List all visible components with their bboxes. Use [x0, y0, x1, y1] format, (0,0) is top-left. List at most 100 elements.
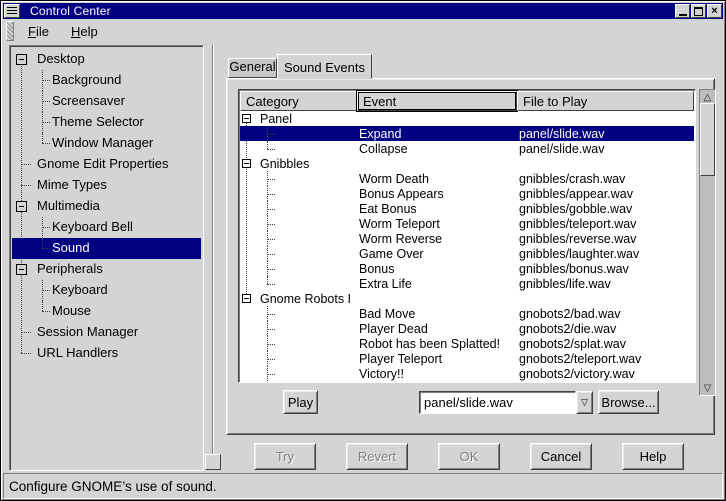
statusbar: Configure GNOME’s use of sound.	[3, 473, 723, 499]
sidebar-item-label: Session Manager	[37, 324, 138, 339]
file-cell: gnobots2/teleport.wav	[519, 352, 641, 366]
tree-expander-icon[interactable]	[16, 201, 27, 212]
ok-button[interactable]: OK	[438, 443, 500, 470]
event-cell: Worm Reverse	[359, 232, 442, 246]
tree-expander-icon[interactable]	[242, 114, 251, 123]
file-cell: panel/slide.wav	[519, 142, 604, 156]
sidebar-item-mime-types[interactable]: Mime Types	[12, 175, 201, 196]
column-header-category[interactable]: Category	[240, 91, 357, 111]
table-row-event[interactable]: Eat Bonusgnibbles/gobble.wav	[240, 201, 694, 216]
event-cell: Eat Bonus	[359, 202, 417, 216]
menu-help[interactable]: Help	[63, 21, 106, 42]
sidebar-item-label: Sound	[52, 240, 90, 255]
table-row-event[interactable]: Worm Teleportgnibbles/teleport.wav	[240, 216, 694, 231]
table-row-event[interactable]: Extra Lifegnibbles/life.wav	[240, 276, 694, 291]
table-row-event[interactable]: Expand panel/slide.wav	[240, 126, 694, 141]
event-cell: Bonus	[359, 262, 394, 276]
menubar-grip-handle[interactable]	[6, 21, 14, 41]
pane-divider	[212, 45, 214, 456]
sidebar-item-label: Window Manager	[52, 135, 153, 150]
try-button[interactable]: Try	[254, 443, 316, 470]
window-menu-button[interactable]	[4, 4, 20, 18]
help-button[interactable]: Help	[622, 443, 684, 470]
file-cell: gnobots2/victory.wav	[519, 367, 635, 381]
sidebar-item-url-handlers[interactable]: URL Handlers	[12, 343, 201, 364]
menu-label-rest: elp	[80, 24, 97, 39]
column-header-file[interactable]: File to Play	[517, 91, 694, 111]
menu-file[interactable]: File	[20, 21, 57, 42]
pane-resize-handle[interactable]	[205, 454, 221, 470]
sidebar-item-keyboard-bell[interactable]: Keyboard Bell	[12, 217, 201, 238]
sidebar-item-keyboard[interactable]: Keyboard	[12, 280, 201, 301]
file-cell: gnibbles/teleport.wav	[519, 217, 636, 231]
sound-file-input[interactable]	[419, 391, 576, 414]
file-cell: panel/slide.wav	[519, 127, 604, 141]
tree-expander-icon[interactable]	[242, 159, 251, 168]
category-label: Panel	[260, 112, 292, 126]
tab-general[interactable]: General	[228, 58, 277, 78]
table-row-event[interactable]: Worm Reverse gnibbles/reverse.wav	[240, 231, 694, 246]
table-row-event[interactable]: Bad Movegnobots2/bad.wav	[240, 306, 694, 321]
minus-glyph	[244, 298, 249, 299]
maximize-button[interactable]	[691, 4, 706, 18]
table-row-event[interactable]: Collapse panel/slide.wav	[240, 141, 694, 156]
table-row-event[interactable]: Bonus Appearsgnibbles/appear.wav	[240, 186, 694, 201]
event-cell: Collapse	[359, 142, 408, 156]
event-cell: Victory!!	[359, 367, 404, 381]
file-cell: gnobots2/die.wav	[519, 322, 616, 336]
tree-expander-icon[interactable]	[16, 54, 27, 65]
tree-expander-icon[interactable]	[242, 294, 251, 303]
sidebar-item-background[interactable]: Background	[12, 70, 201, 91]
file-cell: gnibbles/crash.wav	[519, 172, 625, 186]
table-row-event[interactable]: Worm Deathgnibbles/crash.wav	[240, 171, 694, 186]
combo-dropdown-icon[interactable]: ▽	[576, 391, 593, 414]
table-row-event[interactable]: Player Teleportgnobots2/teleport.wav	[240, 351, 694, 366]
play-button[interactable]: Play	[283, 390, 318, 414]
category-label: Gnome Robots I	[260, 292, 351, 306]
file-cell: gnibbles/appear.wav	[519, 187, 633, 201]
minus-glyph	[244, 118, 249, 119]
table-row-event[interactable]: Player Dead gnobots2/die.wav	[240, 321, 694, 336]
sidebar-item-mouse[interactable]: Mouse	[12, 301, 201, 322]
file-cell: gnibbles/reverse.wav	[519, 232, 636, 246]
sidebar-item-label: Multimedia	[37, 198, 100, 213]
sidebar-item-screensaver[interactable]: Screensaver	[12, 91, 201, 112]
cancel-button[interactable]: Cancel	[530, 443, 592, 470]
table-row-event[interactable]: Game Overgnibbles/laughter.wav	[240, 246, 694, 261]
menu-label-initial: F	[28, 24, 36, 39]
sidebar-item-gnome-edit-properties[interactable]: Gnome Edit Properties	[12, 154, 201, 175]
scrollbar-up-icon[interactable]: △	[700, 90, 715, 104]
menu-label-rest: ile	[36, 24, 49, 39]
browse-button[interactable]: Browse...	[598, 390, 659, 414]
close-button[interactable]: ×	[707, 4, 722, 18]
sidebar-item-peripherals[interactable]: Peripherals	[12, 259, 201, 280]
sidebar-item-window-manager[interactable]: Window Manager	[12, 133, 201, 154]
table-row-category[interactable]: Gnome Robots I	[240, 291, 694, 306]
column-header-event[interactable]: Event	[357, 91, 517, 111]
file-cell: gnibbles/bonus.wav	[519, 262, 629, 276]
sidebar-item-desktop[interactable]: Desktop	[12, 49, 201, 70]
table-row-event[interactable]: Victory!! gnobots2/victory.wav	[240, 366, 694, 381]
scrollbar-thumb[interactable]	[700, 103, 715, 176]
revert-button[interactable]: Revert	[346, 443, 408, 470]
sidebar-item-label: Screensaver	[52, 93, 125, 108]
tab-sound-events[interactable]: Sound Events	[277, 54, 372, 79]
table-row-category[interactable]: Panel	[240, 111, 694, 126]
event-cell: Extra Life	[359, 277, 412, 291]
sidebar-item-multimedia[interactable]: Multimedia	[12, 196, 201, 217]
sidebar-item-theme-selector[interactable]: Theme Selector	[12, 112, 201, 133]
sidebar-item-sound[interactable]: Sound	[12, 238, 201, 259]
sidebar-item-label: URL Handlers	[37, 345, 118, 360]
event-cell: Expand	[359, 127, 401, 141]
titlebar: Control Center ×	[3, 3, 723, 19]
table-row-event[interactable]: Robot has been Splatted!gnobots2/splat.w…	[240, 336, 694, 351]
sidebar-item-label: Mime Types	[37, 177, 107, 192]
minimize-button[interactable]	[675, 4, 690, 18]
sidebar-panel: DesktopBackground Screensaver Theme Select…	[9, 45, 204, 471]
tree-expander-icon[interactable]	[16, 264, 27, 275]
sidebar-item-session-manager[interactable]: Session Manager	[12, 322, 201, 343]
table-row-event[interactable]: Bonus gnibbles/bonus.wav	[240, 261, 694, 276]
event-cell: Player Dead	[359, 322, 428, 336]
table-row-category[interactable]: Gnibbles	[240, 156, 694, 171]
table-scrollbar[interactable]: △ ▽	[699, 89, 716, 396]
